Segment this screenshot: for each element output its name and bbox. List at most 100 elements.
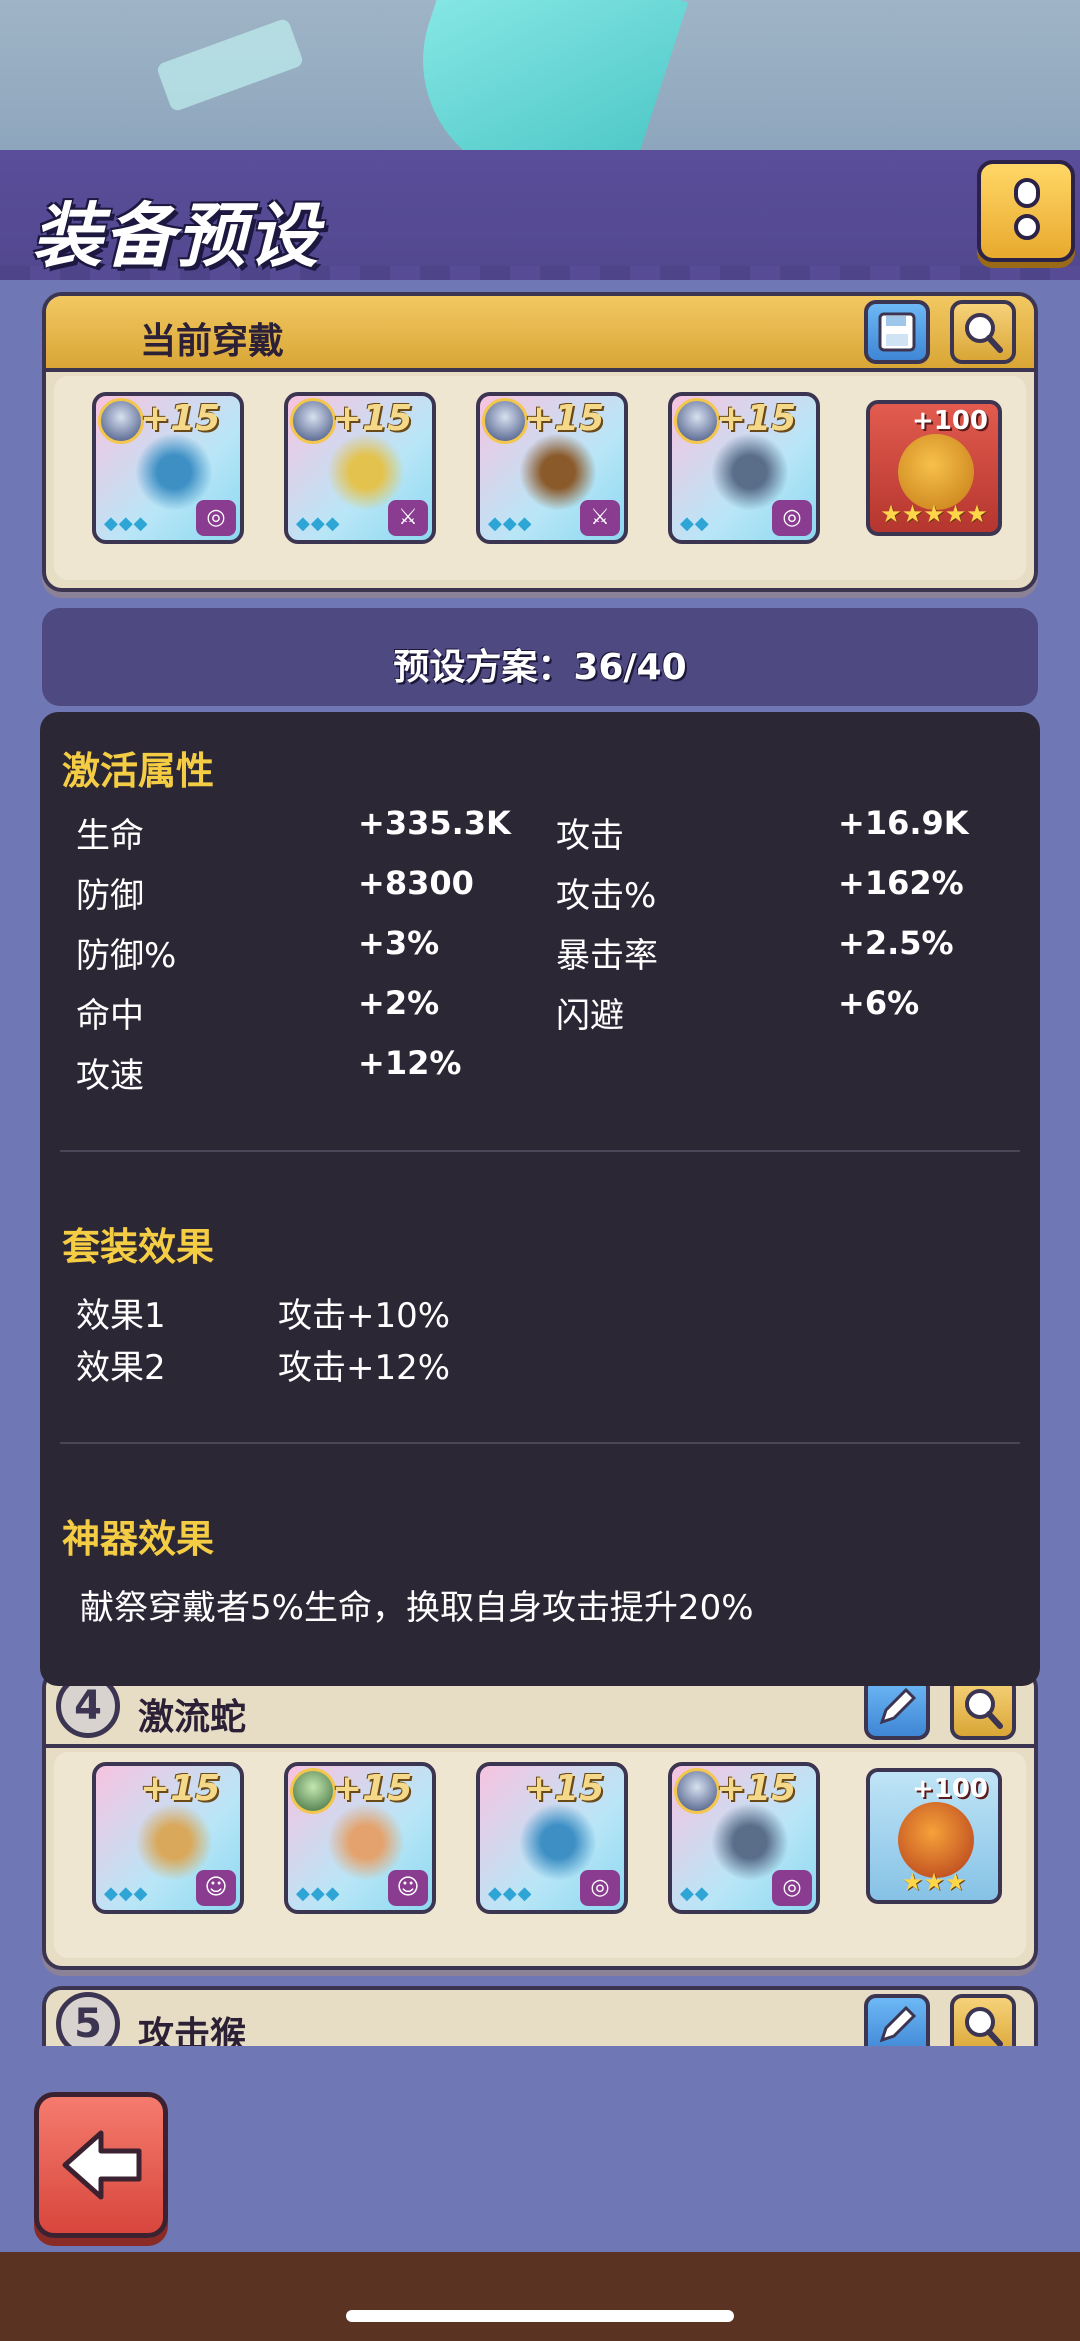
artifact-slot[interactable]: +100 ★★★★★: [866, 400, 1002, 536]
hero-avatar-icon: [674, 398, 720, 444]
gem-sockets: ◆◆◆: [296, 513, 341, 534]
gem-sockets: ◆◆◆: [104, 1883, 149, 1904]
arrow-left-icon: [62, 2130, 142, 2200]
magnifier-icon: [965, 313, 1003, 353]
type-tag-icon: ⚔: [388, 500, 428, 536]
stats-tooltip-panel: 激活属性 生命 +335.3K 攻击 +16.9K 防御 +8300 攻击% +…: [40, 712, 1040, 1686]
stat-value: +6%: [838, 984, 920, 1022]
section-title-artifact-effect: 神器效果: [62, 1517, 215, 1561]
enhance-level: +15: [332, 398, 413, 439]
section-title-active-stats: 激活属性: [62, 749, 215, 793]
preset-card-4[interactable]: 4 激流蛇 +15 ◆◆◆ ☺ +15 ◆◆◆ ☺ +15 ◆◆◆ ◎ +15 …: [42, 1668, 1038, 1970]
gem-sockets: ◆◆◆: [296, 1883, 341, 1904]
gem-sockets: ◆◆◆: [104, 513, 149, 534]
type-tag-icon: ☺: [196, 1870, 236, 1906]
divider: [60, 1150, 1020, 1152]
type-tag-icon: ◎: [772, 500, 812, 536]
save-button[interactable]: [864, 300, 930, 364]
hero-avatar-icon: [674, 1768, 720, 1814]
magnifier-icon: [965, 2007, 1003, 2046]
equipment-slot-4[interactable]: +15 ◆◆ ◎: [668, 1762, 820, 1914]
artifact-stars: ★★★: [901, 1868, 967, 1896]
magnifier-icon: [965, 1689, 1003, 1729]
artifact-stars: ★★★★★: [880, 500, 988, 528]
stat-label: 防御%: [76, 936, 177, 976]
preset-card-5[interactable]: 5 攻击猴: [42, 1986, 1038, 2046]
save-icon: [878, 312, 916, 352]
enhance-level: +15: [332, 1768, 413, 1809]
stat-value: +2.5%: [838, 924, 954, 962]
search-button[interactable]: [950, 1994, 1016, 2046]
set-effect-name: 效果2: [76, 1348, 166, 1388]
equipment-slot-1[interactable]: +15 ◆◆◆ ◎: [92, 392, 244, 544]
enhance-level: +15: [140, 1768, 221, 1809]
type-tag-icon: ⚔: [580, 500, 620, 536]
stat-label: 生命: [76, 816, 144, 856]
preset-name: 攻击猴: [138, 2015, 247, 2046]
back-button[interactable]: [34, 2092, 168, 2238]
page-title: 装备预设: [32, 195, 320, 277]
type-tag-icon: ☺: [388, 1870, 428, 1906]
hero-avatar-icon: [290, 1768, 336, 1814]
stat-label: 攻击: [556, 816, 624, 856]
crystal-shard-decoration: [155, 17, 305, 113]
type-tag-icon: ◎: [772, 1870, 812, 1906]
preset-count: 预设方案：36/40: [393, 647, 687, 688]
divider: [60, 1442, 1020, 1444]
search-button[interactable]: [950, 300, 1016, 364]
stat-value: +3%: [358, 924, 440, 962]
card-body: +15 ◆◆◆ ☺ +15 ◆◆◆ ☺ +15 ◆◆◆ ◎ +15 ◆◆ ◎ +…: [54, 1752, 1026, 1958]
type-tag-icon: ◎: [580, 1870, 620, 1906]
set-effect-desc: 攻击+10%: [278, 1296, 451, 1336]
pencil-icon: [879, 1687, 917, 1725]
stat-value: +2%: [358, 984, 440, 1022]
artifact-effect-desc: 献祭穿戴者5%生命，换取自身攻击提升20%: [80, 1588, 754, 1628]
edit-button[interactable]: [864, 1994, 930, 2046]
current-equipment-card: 当前穿戴 +15 ◆◆◆ ◎ +15 ◆◆◆ ⚔ +15 ◆◆◆ ⚔ +15 ◆…: [42, 292, 1038, 592]
stat-label: 命中: [76, 996, 144, 1036]
artifact-level: +100: [911, 406, 988, 436]
preset-name: 激流蛇: [138, 1697, 247, 1738]
fire-orb-artifact-icon: [898, 1802, 974, 1878]
bottom-bar: [0, 2252, 1080, 2341]
set-effect-desc: 攻击+12%: [278, 1348, 451, 1388]
exclamation-icon: [1014, 178, 1040, 208]
stat-label: 攻击%: [556, 876, 657, 916]
equipment-slot-2[interactable]: +15 ◆◆◆ ☺: [284, 1762, 436, 1914]
gem-sockets: ◆◆: [680, 513, 710, 534]
equipment-slot-3[interactable]: +15 ◆◆◆ ⚔: [476, 392, 628, 544]
stat-label: 暴击率: [556, 936, 658, 976]
set-effect-name: 效果1: [76, 1296, 166, 1336]
stat-label: 闪避: [556, 996, 624, 1036]
preset-count-bar: 预设方案：36/40: [42, 608, 1038, 706]
equipment-slot-4[interactable]: +15 ◆◆ ◎: [668, 392, 820, 544]
gem-sockets: ◆◆◆: [488, 1883, 533, 1904]
equipment-slot-2[interactable]: +15 ◆◆◆ ⚔: [284, 392, 436, 544]
enhance-level: +15: [140, 398, 221, 439]
hero-avatar-icon: [482, 398, 528, 444]
pencil-icon: [879, 2005, 917, 2043]
artifact-level: +100: [911, 1774, 988, 1804]
card-title: 当前穿戴: [140, 321, 285, 362]
pumpkin-artifact-icon: [898, 434, 974, 510]
card-body: +15 ◆◆◆ ◎ +15 ◆◆◆ ⚔ +15 ◆◆◆ ⚔ +15 ◆◆ ◎ +…: [54, 376, 1026, 580]
home-indicator[interactable]: [346, 2310, 734, 2322]
stat-label: 防御: [76, 876, 144, 916]
equipment-slot-1[interactable]: +15 ◆◆◆ ☺: [92, 1762, 244, 1914]
section-title-set-effects: 套装效果: [62, 1225, 215, 1269]
enhance-level: +15: [716, 1768, 797, 1809]
equipment-slot-3[interactable]: +15 ◆◆◆ ◎: [476, 1762, 628, 1914]
stat-value: +16.9K: [838, 804, 969, 842]
info-button[interactable]: [977, 160, 1075, 262]
background-scene: [0, 0, 1080, 150]
type-tag-icon: ◎: [196, 500, 236, 536]
stat-value: +8300: [358, 864, 474, 902]
enhance-level: +15: [524, 398, 605, 439]
stat-value: +12%: [358, 1044, 462, 1082]
hero-avatar-icon: [290, 398, 336, 444]
card-header: 当前穿戴: [46, 296, 1034, 372]
stat-label: 攻速: [76, 1056, 144, 1096]
gem-sockets: ◆◆◆: [488, 513, 533, 534]
enhance-level: +15: [524, 1768, 605, 1809]
artifact-slot[interactable]: +100 ★★★: [866, 1768, 1002, 1904]
